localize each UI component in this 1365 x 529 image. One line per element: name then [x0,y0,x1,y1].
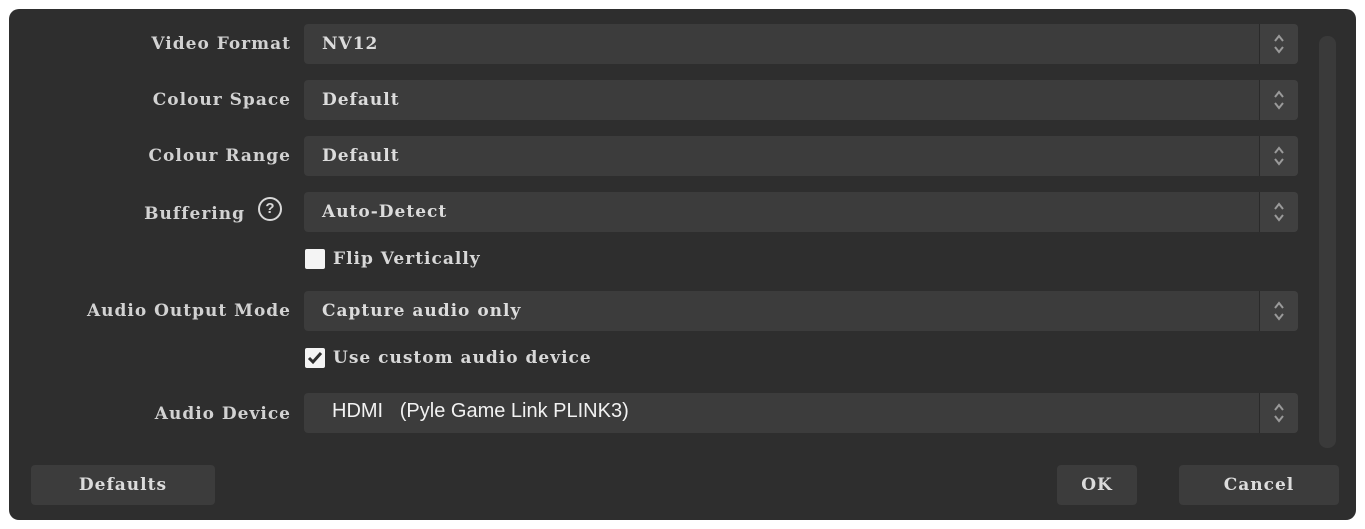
buffering-value: Auto-Detect [322,202,448,222]
video-format-value: NV12 [322,34,379,54]
up-down-chevron-icon [1259,136,1298,176]
question-circle-icon[interactable]: ? [258,197,282,221]
colour-space-value: Default [322,90,400,110]
audio-output-mode-value: Capture audio only [322,301,522,321]
colour-range-select[interactable]: Default [304,136,1298,176]
audio-device-label: Audio Device [154,404,291,424]
up-down-chevron-icon [1259,24,1298,64]
video-format-select[interactable]: NV12 [304,24,1298,64]
colour-range-value: Default [322,146,400,166]
up-down-chevron-icon [1259,80,1298,120]
buffering-label: Buffering [144,204,245,224]
up-down-chevron-icon [1259,393,1298,433]
buffering-select[interactable]: Auto-Detect [304,192,1298,232]
audio-device-value: HDMI (Pyle Game Link PLINK3) [332,400,629,422]
checkmark-icon [307,352,323,365]
colour-space-label: Colour Space [152,90,291,110]
vertical-scrollbar[interactable] [1319,36,1336,448]
ok-button[interactable]: OK [1057,465,1137,505]
audio-output-mode-label: Audio Output Mode [86,301,291,321]
audio-device-select[interactable]: HDMI (Pyle Game Link PLINK3) [304,393,1298,433]
flip-vertically-checkbox[interactable] [305,249,325,269]
video-format-label: Video Format [151,34,291,54]
defaults-button[interactable]: Defaults [31,465,215,505]
audio-output-mode-select[interactable]: Capture audio only [304,291,1298,331]
flip-vertically-label[interactable]: Flip Vertically [333,248,481,270]
cancel-button[interactable]: Cancel [1179,465,1339,505]
up-down-chevron-icon [1259,291,1298,331]
colour-range-label: Colour Range [148,146,291,166]
properties-dialog: Video Format NV12 Colour Space Default C… [9,9,1356,520]
use-custom-audio-device-label[interactable]: Use custom audio device [333,347,592,369]
colour-space-select[interactable]: Default [304,80,1298,120]
use-custom-audio-device-checkbox[interactable] [305,348,325,368]
up-down-chevron-icon [1259,192,1298,232]
